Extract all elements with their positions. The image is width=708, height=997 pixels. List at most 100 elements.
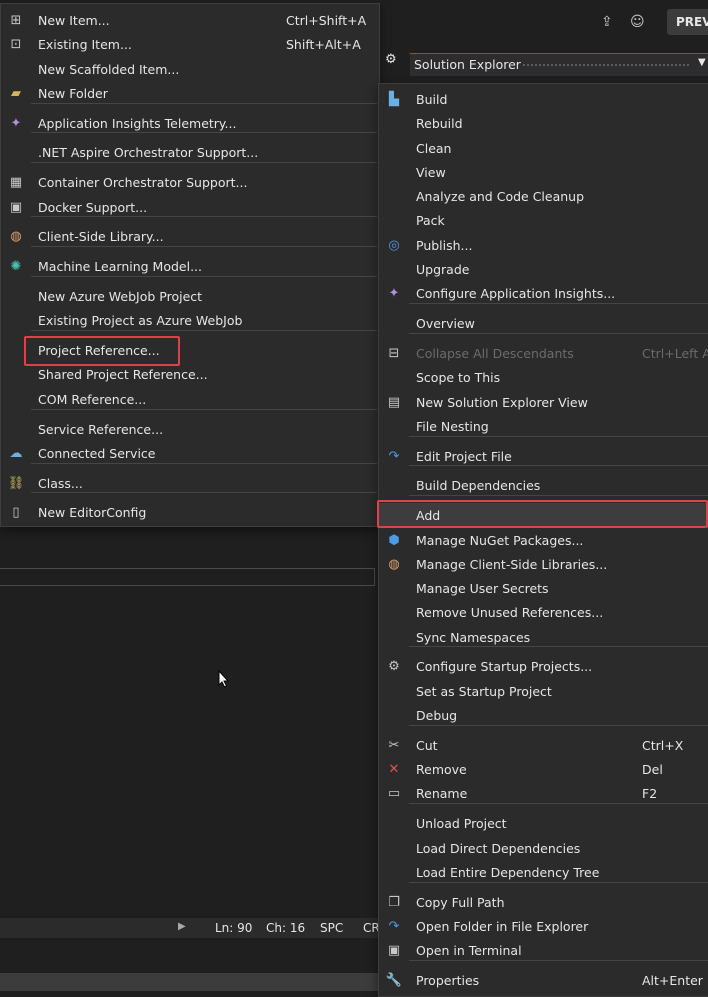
menu-item-label: Unload Project [416,816,507,831]
menu-item-file-nesting[interactable]: File Nesting [379,414,708,438]
menu-item-label: Application Insights Telemetry... [38,116,237,131]
menu-item-debug[interactable]: Debug [379,703,708,727]
menu-item-set-as-startup-project[interactable]: Set as Startup Project [379,679,708,703]
feedback-icon[interactable]: ☺ [630,14,648,30]
menu-item-publish[interactable]: ◎ Publish... [379,233,708,257]
menu-item-rename[interactable]: ▭ Rename F2 [379,781,708,805]
menu-separator [31,409,377,410]
menu-item-cut[interactable]: ✂ Cut Ctrl+X [379,733,708,757]
docker-icon: ▣ [9,199,23,215]
menu-separator [409,303,708,304]
menu-item-view[interactable]: View [379,160,708,184]
menu-separator [409,803,708,804]
existing-item-icon: ⊡ [10,36,22,52]
menu-item-upgrade[interactable]: Upgrade [379,257,708,281]
status-spc[interactable]: SPC [320,921,343,935]
menu-item-shared-project-reference[interactable]: Shared Project Reference... [1,362,379,386]
menu-item-label: Cut [416,738,438,753]
menu-item-pack[interactable]: Pack [379,208,708,232]
menu-item-machine-learning-model[interactable]: ✺ Machine Learning Model... [1,254,379,278]
menu-item-copy-full-path[interactable]: ❐ Copy Full Path [379,890,708,914]
mouse-cursor-icon [218,669,230,688]
menu-item-unload-project[interactable]: Unload Project [379,811,708,835]
menu-item-load-direct-dependencies[interactable]: Load Direct Dependencies [379,836,708,860]
share-icon[interactable]: ⇪ [601,14,619,30]
menu-item-manage-user-secrets[interactable]: Manage User Secrets [379,576,708,600]
menu-item-new-folder[interactable]: ▰ New Folder [1,81,379,105]
preview-button[interactable]: PREVI [667,9,708,35]
menu-item-configure-startup-projects[interactable]: ⚙ Configure Startup Projects... [379,654,708,678]
menu-item-remove[interactable]: ✕ Remove Del [379,757,708,781]
menu-item-com-reference[interactable]: COM Reference... [1,387,379,411]
menu-item-build-dependencies[interactable]: Build Dependencies [379,473,708,497]
menu-separator [31,276,377,277]
menu-item-collapse-all-descendants[interactable]: ⊟ Collapse All Descendants Ctrl+Left Ar [379,341,708,365]
expand-arrow-icon[interactable]: ▶ [178,921,186,932]
menu-item-manage-client-side-libraries[interactable]: ◍ Manage Client-Side Libraries... [379,552,708,576]
new-item-icon: ⊞ [10,12,22,28]
menu-item-new-item[interactable]: ⊞ New Item... Ctrl+Shift+A [1,8,379,32]
menu-item-scope-to-this[interactable]: Scope to This [379,365,708,389]
menu-item-container-orchestrator-support[interactable]: ▦ Container Orchestrator Support... [1,170,379,194]
menu-item-add[interactable]: Add [379,503,708,527]
menu-item-build[interactable]: ▙ Build [379,87,708,111]
menu-separator [409,960,708,961]
menu-item-label: Remove Unused References... [416,605,604,620]
menu-item-label: New EditorConfig [38,505,147,520]
menu-item-new-solution-explorer-view[interactable]: ▤ New Solution Explorer View [379,390,708,414]
menu-separator [31,162,377,163]
menu-item-label: Set as Startup Project [416,684,552,699]
menu-separator [409,646,708,647]
menu-item-connected-service[interactable]: ☁ Connected Service [1,441,379,465]
menu-item-label: Publish... [416,238,473,253]
title-grip [522,63,690,67]
solution-explorer-gear[interactable]: ⚙ [385,52,405,72]
menu-item-net-aspire-orchestrator-support[interactable]: .NET Aspire Orchestrator Support... [1,140,379,164]
menu-item-configure-application-insights[interactable]: ✦ Configure Application Insights... [379,281,708,305]
status-line[interactable]: Ln: 90 [215,921,252,935]
menu-item-label: Load Entire Dependency Tree [416,865,600,880]
menu-item-open-in-terminal[interactable]: ▣ Open in Terminal [379,938,708,962]
menu-item-new-editorconfig[interactable]: ▯ New EditorConfig [1,500,379,524]
app-insights-icon: ✦ [388,285,400,301]
menu-item-label: Manage Client-Side Libraries... [416,557,608,572]
menu-item-label: Collapse All Descendants [416,346,574,361]
menu-item-label: Service Reference... [38,422,164,437]
menu-item-label: Build Dependencies [416,478,541,493]
menu-item-load-entire-dependency-tree[interactable]: Load Entire Dependency Tree [379,860,708,884]
client-library-icon: ◍ [388,556,400,572]
menu-item-properties[interactable]: 🔧 Properties Alt+Enter [379,968,708,992]
search-box[interactable] [0,568,375,586]
menu-item-project-reference[interactable]: Project Reference... [1,338,379,362]
menu-item-client-side-library[interactable]: ◍ Client-Side Library... [1,224,379,248]
menu-item-shortcut: Alt+Enter [642,973,703,988]
menu-item-remove-unused-references[interactable]: Remove Unused References... [379,600,708,624]
menu-item-clean[interactable]: Clean [379,136,708,160]
menu-item-open-folder-in-file-explorer[interactable]: ↷ Open Folder in File Explorer [379,914,708,938]
menu-item-label: Project Reference... [38,343,160,358]
menu-item-label: Client-Side Library... [38,229,164,244]
rename-icon: ▭ [387,785,401,801]
menu-separator [31,216,377,217]
menu-item-existing-project-as-azure-webjob[interactable]: Existing Project as Azure WebJob [1,308,379,332]
scissors-icon: ✂ [388,737,400,753]
menu-item-rebuild[interactable]: Rebuild [379,111,708,135]
menu-item-label: Configure Startup Projects... [416,659,593,674]
menu-item-analyze-and-code-cleanup[interactable]: Analyze and Code Cleanup [379,184,708,208]
menu-separator [409,725,708,726]
status-char[interactable]: Ch: 16 [266,921,305,935]
menu-item-label: Properties [416,973,480,988]
menu-item-overview[interactable]: Overview [379,311,708,335]
chevron-down-icon[interactable]: ▼ [698,57,706,68]
menu-item-existing-item[interactable]: ⊡ Existing Item... Shift+Alt+A [1,32,379,56]
menu-item-label: Docker Support... [38,200,148,215]
x-icon: ✕ [388,761,400,777]
menu-item-new-scaffolded-item[interactable]: New Scaffolded Item... [1,57,379,81]
menu-item-manage-nuget-packages[interactable]: ⬢ Manage NuGet Packages... [379,528,708,552]
menu-item-service-reference[interactable]: Service Reference... [1,417,379,441]
menu-item-new-azure-webjob-project[interactable]: New Azure WebJob Project [1,284,379,308]
menu-item-label: Rename [416,786,468,801]
menu-item-label: Existing Project as Azure WebJob [38,313,243,328]
redo-arrow-icon: ↷ [388,448,400,464]
menu-item-label: Rebuild [416,116,463,131]
